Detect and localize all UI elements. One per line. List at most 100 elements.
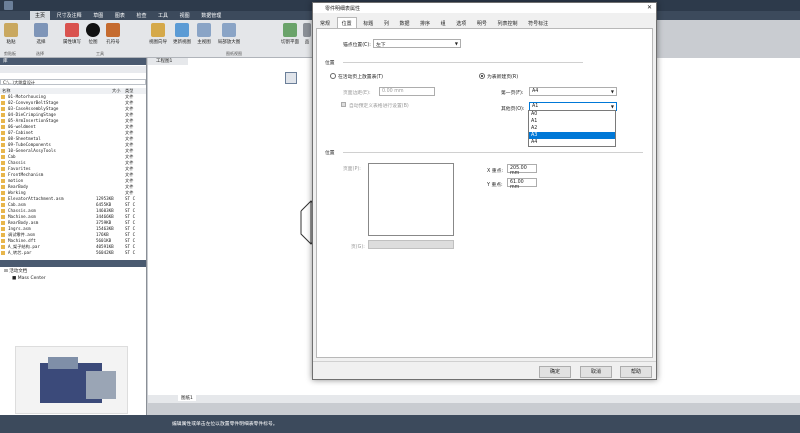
file-size: 34466KB [96, 214, 114, 219]
file-name: Favorites [8, 166, 31, 171]
file-type: ST C [125, 238, 136, 243]
preview-image [15, 346, 128, 414]
file-type: ST C [125, 208, 136, 213]
dropdown-option[interactable]: A1 [529, 118, 615, 125]
close-icon[interactable]: ✕ [647, 4, 652, 11]
file-name: Chassis.asm [8, 208, 36, 213]
folder-icon [1, 107, 5, 111]
page-number-label: 页(G): [351, 245, 365, 250]
page-edge-field[interactable]: 0.00 mm [379, 87, 435, 96]
main-view-icon [197, 23, 211, 37]
paste-icon [4, 23, 18, 37]
file-name: Ingrs.asm [8, 226, 31, 231]
file-name: A_转芯.par [8, 250, 32, 255]
cut-plane-button[interactable]: 切割平面 [278, 23, 302, 45]
folder-icon [1, 119, 5, 123]
file-name: 03-CaseAssemblyStage [8, 106, 59, 111]
file-name: 02-ConveyorBeltStage [8, 100, 59, 105]
menu-inspect[interactable]: 检查 [131, 11, 151, 20]
file-name: 01-Motorhousing [8, 94, 46, 99]
menu-sketch[interactable]: 草图 [88, 11, 108, 20]
file-name: Chassis [8, 160, 26, 165]
file-name: Working [8, 190, 26, 195]
document-tab[interactable]: 工程图1 [148, 58, 188, 65]
dropdown-option[interactable]: A4 [529, 139, 615, 146]
page-label: 页面(P): [343, 167, 361, 172]
dropdown-option[interactable]: A2 [529, 125, 615, 132]
menu-view[interactable]: 视图 [175, 11, 195, 20]
chevron-down-icon: ▼ [610, 104, 614, 109]
app-logo-icon [4, 1, 13, 10]
property-fill-button[interactable]: 属性填写 [60, 23, 84, 45]
detail-view-button[interactable]: 局部放大图 [214, 23, 244, 45]
folder-icon [1, 149, 5, 153]
sheet-tab-bar: 图纸1 [148, 395, 800, 403]
file-type: ST C [125, 202, 136, 207]
sheet-tab[interactable]: 图纸1 [178, 395, 196, 401]
view-wizard-button[interactable]: 视图向导 [146, 23, 170, 45]
select-button[interactable]: 选择 [32, 23, 50, 45]
status-bar: 编辑属性或单击左位以放置零件明细表零件标号。 [0, 415, 800, 433]
menu-home[interactable]: 主页 [30, 11, 51, 20]
file-size: 6455KB [96, 202, 112, 207]
menu-dimension[interactable]: 尺寸及注释 [52, 11, 87, 20]
folder-icon [1, 179, 5, 183]
update-view-button[interactable]: 更新视图 [170, 23, 194, 45]
page-number-field[interactable] [368, 240, 454, 249]
tree-child[interactable]: ■ Mass Center [0, 275, 146, 282]
folder-icon [1, 155, 5, 159]
dropdown-option[interactable]: A0 [529, 111, 615, 118]
file-type: ST C [125, 250, 136, 255]
dropdown-option[interactable]: A3 [529, 132, 615, 139]
bitmap-button[interactable]: 位图 [84, 23, 102, 45]
cursor-icon [34, 23, 48, 37]
menu-data-mgmt[interactable]: 数据管理 [196, 11, 226, 20]
preset-checkbox[interactable] [341, 102, 346, 107]
file-type: ST C [125, 220, 136, 225]
x-offset-field[interactable]: 205.00 mm [507, 164, 537, 176]
hole-symbol-button[interactable]: 孔符号 [102, 23, 124, 45]
ribbon: 粘贴 选择 属性填写 位图 孔符号 视图向导 更新视图 主视图 局部放大图 切割… [0, 20, 312, 58]
file-name: RearBody [8, 184, 29, 189]
path-field[interactable]: C:\...\大跳盘设计 [0, 79, 146, 85]
file-row[interactable]: A_转芯.par 56042KB ST C [0, 250, 146, 256]
anchor-select[interactable]: 左下 ▼ [373, 39, 461, 48]
more-button[interactable]: 品 [302, 23, 312, 45]
position-section-label: 位置 [325, 61, 335, 66]
y-offset-field[interactable]: 61.00 mm [507, 178, 537, 190]
radio-active-sheet[interactable] [330, 73, 336, 79]
other-page-dropdown-list: A0 A1 A2 A3 A4 [528, 110, 616, 147]
folder-icon [1, 125, 5, 129]
folder-icon [1, 101, 5, 105]
cancel-button[interactable]: 取消 [580, 366, 612, 378]
more-icon [303, 23, 311, 37]
tree-header [0, 260, 146, 267]
folder-icon [1, 185, 5, 189]
paste-button[interactable]: 粘贴 [2, 23, 20, 45]
radio-new-sheet[interactable] [479, 73, 485, 79]
main-view-button[interactable]: 主视图 [194, 23, 214, 45]
first-page-label: 第一页(F): [501, 91, 524, 96]
menu-tools[interactable]: 工具 [153, 11, 173, 20]
folder-icon [1, 173, 5, 177]
placement-section-label: 位置 [325, 151, 335, 156]
help-button[interactable]: 帮助 [620, 366, 652, 378]
file-name: Machine.dft [8, 238, 36, 243]
menu-chart[interactable]: 图表 [110, 11, 130, 20]
file-name: motion [8, 178, 24, 183]
file-size: 3759KB [96, 220, 112, 225]
tree-root[interactable]: ⊟ 活动文档 [0, 267, 146, 275]
view-cube-icon[interactable] [285, 72, 297, 84]
radio-active-sheet-label: 在活动页上放置表(T) [338, 75, 384, 80]
ok-button[interactable]: 确定 [539, 366, 571, 378]
folder-icon [1, 95, 5, 99]
hole-icon [106, 23, 120, 37]
group-drawing-views: 图纸视图 [226, 51, 242, 56]
folder-icon [1, 143, 5, 147]
preset-checkbox-label: 自动预定义表格进行设置(B) [349, 104, 409, 109]
file-type: ST C [125, 226, 136, 231]
file-name: 10-GeneralAssyTools [8, 148, 56, 153]
first-page-select[interactable]: A4 ▼ [529, 87, 617, 96]
folder-icon [1, 137, 5, 141]
folder-icon [1, 227, 5, 231]
